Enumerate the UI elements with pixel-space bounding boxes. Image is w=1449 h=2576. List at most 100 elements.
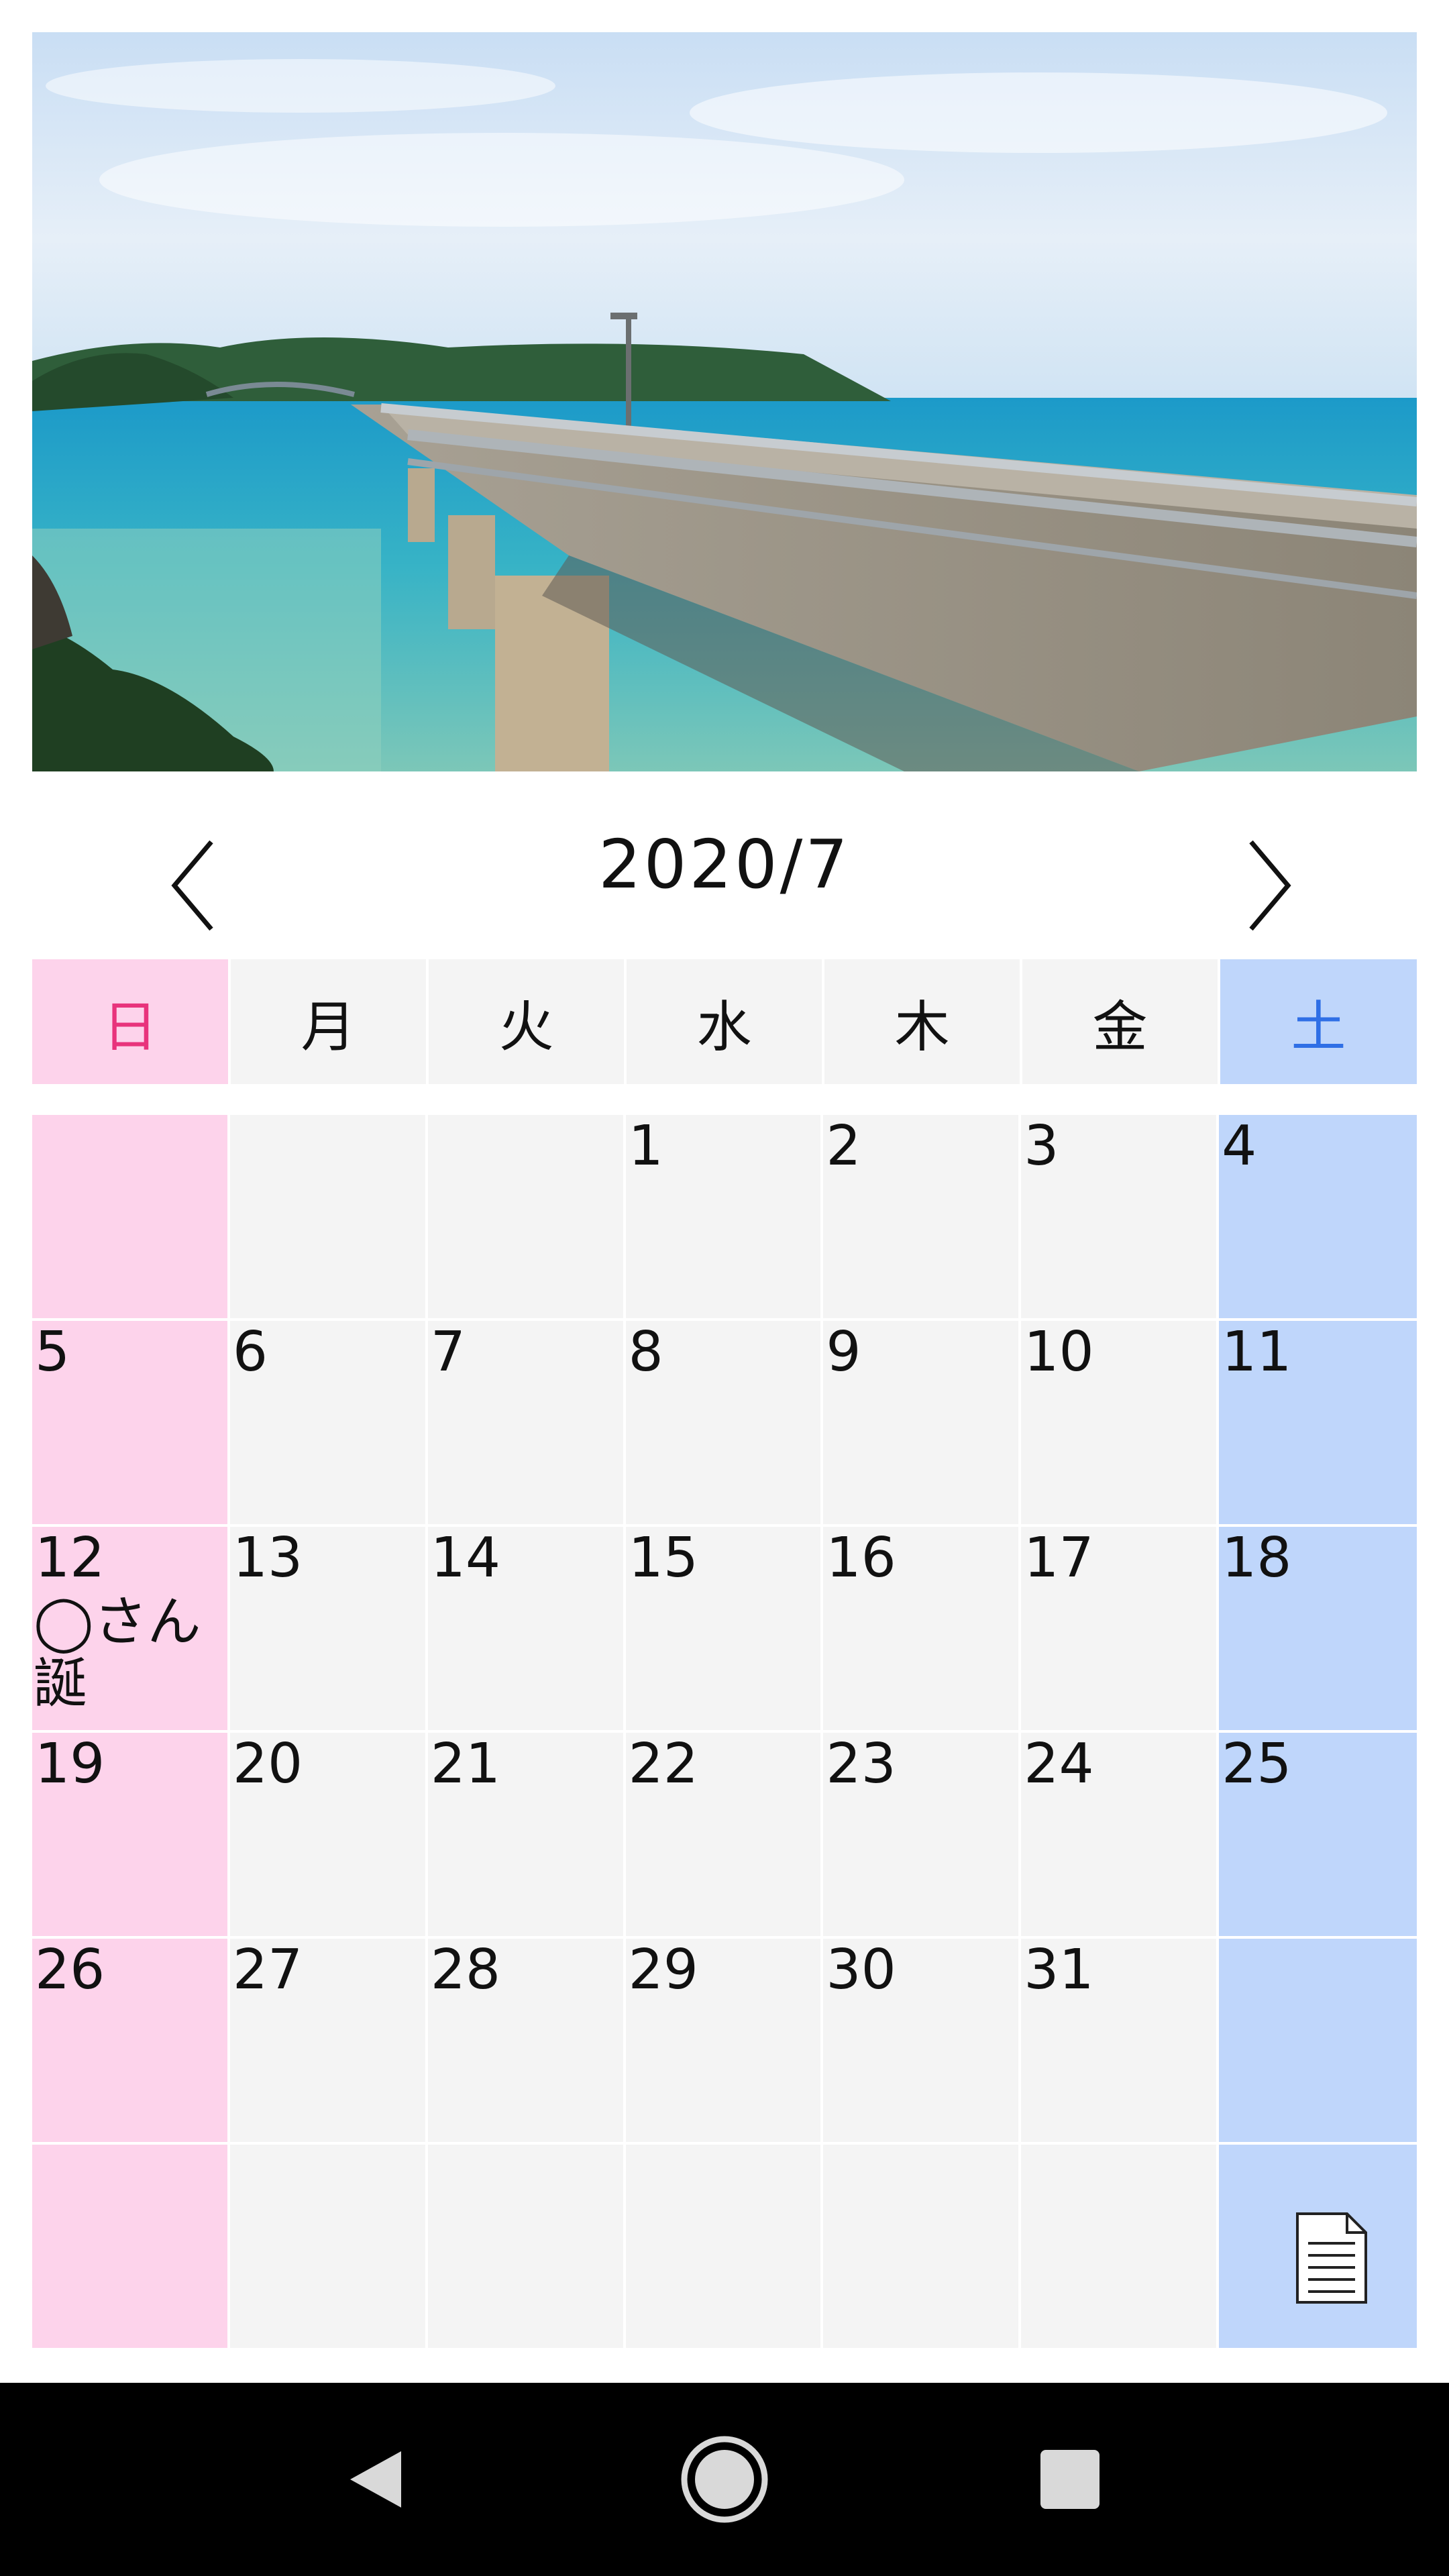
day-cell-9[interactable]: 9 [823, 1320, 1022, 1527]
empty-day-cell[interactable] [427, 1115, 626, 1321]
circle-home-icon [681, 2436, 768, 2523]
empty-day-cell[interactable] [625, 2145, 824, 2351]
day-number: 15 [628, 1526, 698, 1590]
memo-button[interactable] [1295, 2211, 1368, 2305]
day-cell-26[interactable]: 26 [32, 1939, 230, 2145]
day-number: 13 [232, 1526, 303, 1590]
day-cell-5[interactable]: 5 [32, 1321, 230, 1527]
day-number: 16 [826, 1526, 896, 1590]
month-title: 2020/7 [598, 825, 851, 904]
day-number: 17 [1024, 1526, 1094, 1590]
event-label: ◯さん誕 [34, 1591, 201, 1715]
weekday-tuesday: 火 [429, 959, 627, 1084]
month-navigation: 2020/7 [0, 805, 1449, 966]
weekday-saturday: 土 [1220, 959, 1417, 1084]
day-number: 28 [430, 1938, 501, 2002]
day-cell-6[interactable]: 6 [229, 1320, 428, 1527]
weekday-friday: 金 [1022, 959, 1220, 1084]
day-number: 18 [1222, 1526, 1292, 1590]
day-cell-28[interactable]: 28 [427, 1938, 626, 2145]
day-cell-12[interactable]: 12 ◯さん誕 [32, 1527, 230, 1733]
document-icon [1296, 2212, 1367, 2304]
day-number: 5 [35, 1320, 70, 1384]
day-number: 26 [35, 1938, 105, 2002]
day-number: 24 [1024, 1732, 1094, 1796]
day-cell-27[interactable]: 27 [229, 1938, 428, 2145]
day-number: 6 [232, 1320, 268, 1384]
weekday-monday: 月 [231, 959, 429, 1084]
day-number: 7 [430, 1320, 466, 1384]
day-cell-24[interactable]: 24 [1021, 1732, 1220, 1939]
previous-month-button[interactable] [141, 832, 248, 939]
day-cell-21[interactable]: 21 [427, 1732, 626, 1939]
empty-day-cell[interactable] [1021, 2145, 1220, 2351]
square-recents-icon [1040, 2450, 1099, 2509]
day-cell-3[interactable]: 3 [1021, 1114, 1220, 1321]
day-number: 23 [826, 1732, 896, 1796]
day-cell-19[interactable]: 19 [32, 1733, 230, 1939]
day-number: 12 [35, 1526, 105, 1590]
day-number: 1 [628, 1114, 663, 1178]
day-cell-23[interactable]: 23 [823, 1732, 1022, 1939]
empty-day-cell[interactable] [32, 1115, 230, 1321]
day-number: 20 [232, 1732, 303, 1796]
day-cell-7[interactable]: 7 [427, 1320, 626, 1527]
recent-apps-button[interactable] [1023, 2432, 1117, 2526]
day-number: 29 [628, 1938, 698, 2002]
back-button[interactable] [329, 2432, 423, 2526]
next-month-button[interactable] [1214, 832, 1322, 939]
day-cell-25[interactable]: 25 [1219, 1733, 1417, 1939]
day-cell-11[interactable]: 11 [1219, 1321, 1417, 1527]
day-number: 3 [1024, 1114, 1059, 1178]
day-number: 10 [1024, 1320, 1094, 1384]
home-button[interactable] [678, 2432, 771, 2526]
weekday-wednesday: 水 [627, 959, 824, 1084]
day-cell-22[interactable]: 22 [625, 1732, 824, 1939]
day-cell-10[interactable]: 10 [1021, 1320, 1220, 1527]
calendar-grid: 1 2 3 4 5 6 7 8 9 10 11 12 ◯さん誕 13 14 15 16 17 18 19 20 21 22 2… [32, 1115, 1417, 2351]
empty-day-cell[interactable] [823, 2145, 1022, 2351]
day-cell-13[interactable]: 13 [229, 1526, 428, 1733]
chevron-left-icon [171, 840, 213, 931]
day-cell-15[interactable]: 15 [625, 1526, 824, 1733]
day-cell-14[interactable]: 14 [427, 1526, 626, 1733]
day-cell-30[interactable]: 30 [823, 1938, 1022, 2145]
day-number: 14 [430, 1526, 501, 1590]
day-cell-17[interactable]: 17 [1021, 1526, 1220, 1733]
empty-day-cell[interactable] [229, 1115, 428, 1321]
day-number: 19 [35, 1732, 105, 1796]
day-cell-8[interactable]: 8 [625, 1320, 824, 1527]
day-number: 21 [430, 1732, 501, 1796]
day-number: 30 [826, 1938, 896, 2002]
day-cell-18[interactable]: 18 [1219, 1527, 1417, 1733]
day-cell-20[interactable]: 20 [229, 1732, 428, 1939]
day-number: 2 [826, 1114, 861, 1178]
day-number: 4 [1222, 1114, 1257, 1178]
day-cell-4[interactable]: 4 [1219, 1115, 1417, 1321]
header-photo [32, 32, 1417, 771]
empty-day-cell[interactable] [229, 2145, 428, 2351]
system-navigation-bar [0, 2383, 1449, 2576]
day-cell-2[interactable]: 2 [823, 1114, 1022, 1321]
weekday-header: 日 月 火 水 木 金 土 [32, 959, 1417, 1084]
day-number: 11 [1222, 1320, 1292, 1384]
bridge-landscape-image [32, 32, 1417, 771]
triangle-back-icon [350, 2451, 401, 2508]
day-number: 9 [826, 1320, 861, 1384]
day-number: 8 [628, 1320, 663, 1384]
day-number: 27 [232, 1938, 303, 2002]
empty-day-cell[interactable] [1219, 2145, 1417, 2351]
empty-day-cell[interactable] [427, 2145, 626, 2351]
day-number: 22 [628, 1732, 698, 1796]
day-cell-16[interactable]: 16 [823, 1526, 1022, 1733]
chevron-right-icon [1249, 840, 1291, 931]
weekday-sunday: 日 [32, 959, 231, 1084]
day-cell-29[interactable]: 29 [625, 1938, 824, 2145]
weekday-thursday: 木 [824, 959, 1022, 1084]
day-cell-31[interactable]: 31 [1021, 1938, 1220, 2145]
empty-day-cell[interactable] [32, 2145, 230, 2351]
day-cell-1[interactable]: 1 [625, 1114, 824, 1321]
day-number: 25 [1222, 1732, 1292, 1796]
day-number: 31 [1024, 1938, 1094, 2002]
empty-day-cell[interactable] [1219, 1939, 1417, 2145]
